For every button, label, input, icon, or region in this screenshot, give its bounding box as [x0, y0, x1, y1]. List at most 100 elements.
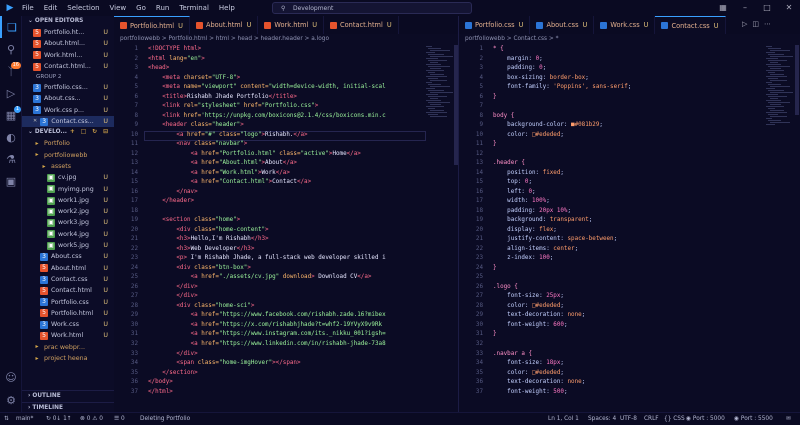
- file-item[interactable]: ▣ work2.jpg U: [22, 206, 114, 217]
- docker-icon[interactable]: ▣: [0, 170, 22, 192]
- minimap-line: [426, 88, 435, 89]
- file-item[interactable]: 3 About.css... U: [22, 93, 114, 104]
- css-editor[interactable]: 1 2 3 4 5 6 7 8 9 10 11 12 13 14 15 16 17 18 19 20 21 22 23 24 2…: [459, 45, 800, 412]
- code-token: </div>: [176, 350, 198, 357]
- close-button[interactable]: ✕: [778, 0, 800, 16]
- command-center[interactable]: ⚲ Development: [272, 2, 472, 14]
- remote-icon[interactable]: ◐: [0, 126, 22, 148]
- menu-item-help[interactable]: Help: [219, 4, 235, 12]
- code-token: <link: [162, 103, 184, 110]
- menu-item-run[interactable]: Run: [156, 4, 169, 12]
- file-item[interactable]: ▸ Portfolio: [22, 138, 114, 149]
- file-item[interactable]: 5 About.html U: [22, 263, 114, 274]
- minimap-line: [768, 114, 778, 115]
- right-scrollbar[interactable]: [795, 45, 799, 115]
- encoding-status[interactable]: UTF-8: [620, 413, 637, 425]
- editor-tab[interactable]: Work.css U: [594, 16, 656, 34]
- file-item[interactable]: ▸ project heena: [22, 353, 114, 364]
- editor-tab[interactable]: About.css U: [530, 16, 595, 34]
- file-item[interactable]: 5 Work.html U: [22, 330, 114, 341]
- explorer-header[interactable]: ⌄ DEVELO... + □ ↻ ⊟: [22, 127, 114, 138]
- left-breadcrumb[interactable]: portfoliowebb > Portfolio.html > html > …: [114, 34, 458, 45]
- file-item[interactable]: ▸ portfoliowebb: [22, 150, 114, 161]
- sync-status[interactable]: ↻ 0↓ 1↑: [46, 413, 72, 425]
- file-item[interactable]: ▣ work1.jpg U: [22, 195, 114, 206]
- editor-actions[interactable]: ▷◫⋯: [742, 20, 776, 28]
- outline-header[interactable]: › OUTLINE: [22, 390, 114, 401]
- code-line: font-size: 25px;: [493, 292, 631, 302]
- menu-item-selection[interactable]: Selection: [67, 4, 99, 12]
- maximize-button[interactable]: □: [756, 0, 778, 16]
- ports-status[interactable]: ☰ 0: [114, 413, 125, 425]
- editor-tab[interactable]: Portfolio.html U: [114, 16, 190, 34]
- css-code[interactable]: * { margin: 0; padding: 0; box-sizing: b…: [493, 45, 631, 397]
- menu-item-go[interactable]: Go: [136, 4, 146, 12]
- run-debug-icon[interactable]: ▷: [0, 82, 22, 104]
- file-item[interactable]: 5 About.html... U: [22, 38, 114, 49]
- minimap-line: [766, 82, 772, 83]
- file-item[interactable]: ▸ assets: [22, 161, 114, 172]
- explorer-icon[interactable]: ❏: [0, 16, 22, 38]
- html-code[interactable]: <!DOCTYPE html> <html lang="en"> <head> <m…: [148, 45, 386, 397]
- file-item[interactable]: ▣ work4.jpg U: [22, 229, 114, 240]
- file-item[interactable]: ▣ myimg.png U: [22, 184, 114, 195]
- editor-tab[interactable]: Work.html U: [258, 16, 325, 34]
- open-editors-header[interactable]: ⌄ OPEN EDITORS: [22, 16, 114, 27]
- menu-item-file[interactable]: File: [22, 4, 34, 12]
- indent-status[interactable]: Spaces: 4: [588, 413, 616, 425]
- editor-tab[interactable]: Portfolio.css U: [459, 16, 531, 34]
- branch-status[interactable]: main*: [16, 413, 33, 425]
- file-item[interactable]: ▸ prac webpr...: [22, 342, 114, 353]
- search-activity-icon[interactable]: ⚲: [0, 38, 22, 60]
- file-item[interactable]: 5 Contact.html U: [22, 285, 114, 296]
- settings-gear-icon[interactable]: ⚙: [0, 389, 22, 411]
- file-item[interactable]: 3 Portfolio.css U: [22, 297, 114, 308]
- explorer-actions-icon[interactable]: + □ ↻ ⊟: [70, 127, 110, 138]
- file-item[interactable]: ▣ cv.jpg U: [22, 172, 114, 183]
- status-bar: ⇅ main* ↻ 0↓ 1↑ ⊗ 0 ⚠ 0 ☰ 0 Deleting Por…: [0, 412, 800, 425]
- file-item[interactable]: 3 Work.css U: [22, 319, 114, 330]
- live-server-port-1[interactable]: ◉ Port : 5000: [686, 413, 725, 425]
- problems-status[interactable]: ⊗ 0 ⚠ 0: [80, 413, 103, 425]
- live-server-port-2[interactable]: ◉ Port : 5500: [734, 413, 773, 425]
- git-status-badge: U: [103, 196, 108, 204]
- editor-tab[interactable]: Contact.html U: [324, 16, 399, 34]
- file-item[interactable]: 3 Contact.css U: [22, 274, 114, 285]
- left-minimap[interactable]: [426, 45, 454, 412]
- timeline-header[interactable]: › TIMELINE: [22, 402, 114, 412]
- file-item[interactable]: 3 Work.css p... U: [22, 105, 114, 116]
- menu-item-view[interactable]: View: [110, 4, 127, 12]
- line-number: 29: [475, 312, 483, 319]
- file-item[interactable]: 3 About.css U: [22, 251, 114, 262]
- menu-item-terminal[interactable]: Terminal: [179, 4, 209, 12]
- file-item[interactable]: ▣ work5.jpg U: [22, 240, 114, 251]
- testing-icon[interactable]: ⚗: [0, 148, 22, 170]
- file-item[interactable]: ▣ work3.jpg U: [22, 217, 114, 228]
- file-item[interactable]: 3 Portfolio.css... U: [22, 82, 114, 93]
- minimize-button[interactable]: –: [734, 0, 756, 16]
- source-control-icon[interactable]: ᛉ 16: [0, 60, 22, 82]
- file-item[interactable]: 5 Contact.html... U: [22, 61, 114, 72]
- account-icon[interactable]: ☺: [0, 366, 22, 388]
- language-mode[interactable]: {} CSS: [664, 413, 685, 425]
- close-editor-icon[interactable]: ✕: [33, 116, 37, 127]
- code-token: ;: [567, 207, 572, 214]
- right-minimap[interactable]: [766, 45, 794, 412]
- extensions-icon[interactable]: ▦ 1: [0, 104, 22, 126]
- editor-tab[interactable]: About.html U: [190, 16, 259, 34]
- cursor-position[interactable]: Ln 1, Col 1: [548, 413, 579, 425]
- eol-status[interactable]: CRLF: [644, 413, 659, 425]
- file-item[interactable]: 5 Portfolio.ht... U: [22, 27, 114, 38]
- right-breadcrumb[interactable]: portfoliowebb > Contact.css > *: [459, 34, 800, 45]
- file-item[interactable]: 5 Portfolio.html U: [22, 308, 114, 319]
- layout-icon[interactable]: ▦: [712, 0, 734, 16]
- file-item[interactable]: 5 Work.html... U: [22, 50, 114, 61]
- file-item[interactable]: ✕ 3 Contact.css... U: [22, 116, 114, 128]
- html-editor[interactable]: 1 2 3 4 5 6 7 8 9 10 11 12 13 14 15 16 17 18 19 20 21 22 23 24 2…: [114, 45, 458, 412]
- remote-icon[interactable]: ⇅: [4, 413, 9, 425]
- menu-item-edit[interactable]: Edit: [44, 4, 58, 12]
- notifications-icon[interactable]: ✉: [786, 413, 791, 425]
- editor-tab[interactable]: Contact.css U: [655, 16, 726, 34]
